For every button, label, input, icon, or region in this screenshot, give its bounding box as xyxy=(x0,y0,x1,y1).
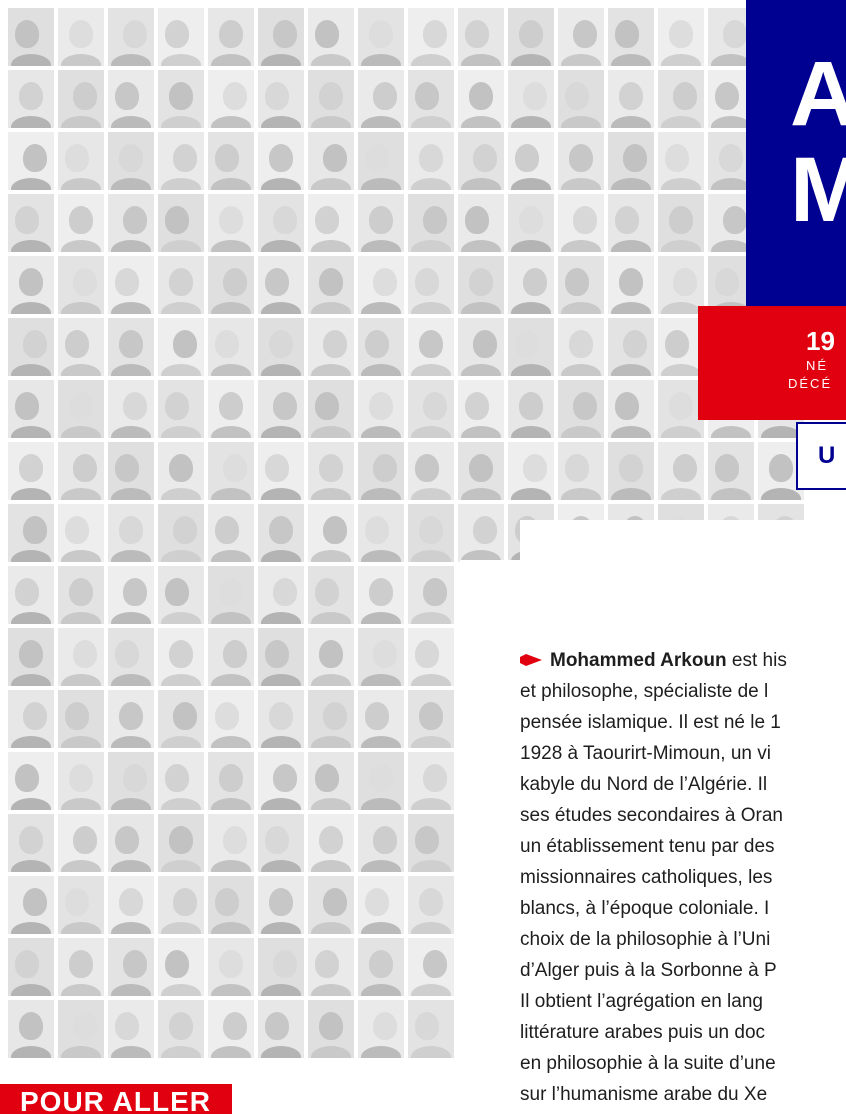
text-panel-top xyxy=(520,520,846,560)
bio-line-11: Il obtient l’agrégation en lang xyxy=(520,991,763,1012)
bio-line-14: sur l’humanisme arabe du Xe xyxy=(520,1084,768,1105)
bio-line-9: choix de la philosophie à l’Uni xyxy=(520,929,771,950)
years-label: 19 xyxy=(806,326,835,356)
pour-aller-label: POUR ALLER xyxy=(0,1084,232,1114)
bio-line-2: pensée islamique. Il est né le 1 xyxy=(520,712,781,733)
biography: Mohammed Arkoun est his et philosophe, s… xyxy=(520,645,846,1110)
arrow-icon xyxy=(520,654,542,666)
bio-line-10: d’Alger puis à la Sorbonne à P xyxy=(520,960,777,981)
title-line-2: M xyxy=(790,139,846,241)
bio-line-13: en philosophie à la suite d’une xyxy=(520,1053,776,1074)
bio-text-0: est his xyxy=(726,650,787,671)
title-box: A M xyxy=(746,0,846,310)
dates-box: 19 NÉ DÉCÉ xyxy=(698,306,846,420)
bio-line-6: un établissement tenu par des xyxy=(520,836,775,857)
bio-name: Mohammed Arkoun xyxy=(550,650,727,671)
bio-line-1: et philosophe, spécialiste de l xyxy=(520,681,769,702)
born-label: NÉ xyxy=(806,358,829,373)
bio-line-3: 1928 à Taourirt-Mimoun, un vi xyxy=(520,743,771,764)
category-tag: U xyxy=(796,422,846,490)
bio-line-7: missionnaires catholiques, les xyxy=(520,867,773,888)
died-label: DÉCÉ xyxy=(788,376,833,391)
bio-line-4: kabyle du Nord de l’Algérie. Il xyxy=(520,774,768,795)
pour-aller-text: POUR ALLER xyxy=(20,1086,211,1114)
bio-line-0: Mohammed Arkoun est his xyxy=(520,645,846,676)
bio-line-8: blancs, à l’époque coloniale. I xyxy=(520,898,770,919)
title-line-1: A xyxy=(790,43,846,145)
category-tag-text: U xyxy=(818,442,836,469)
bio-line-5: ses études secondaires à Oran xyxy=(520,805,783,826)
bio-line-12: littérature arabes puis un doc xyxy=(520,1022,766,1043)
